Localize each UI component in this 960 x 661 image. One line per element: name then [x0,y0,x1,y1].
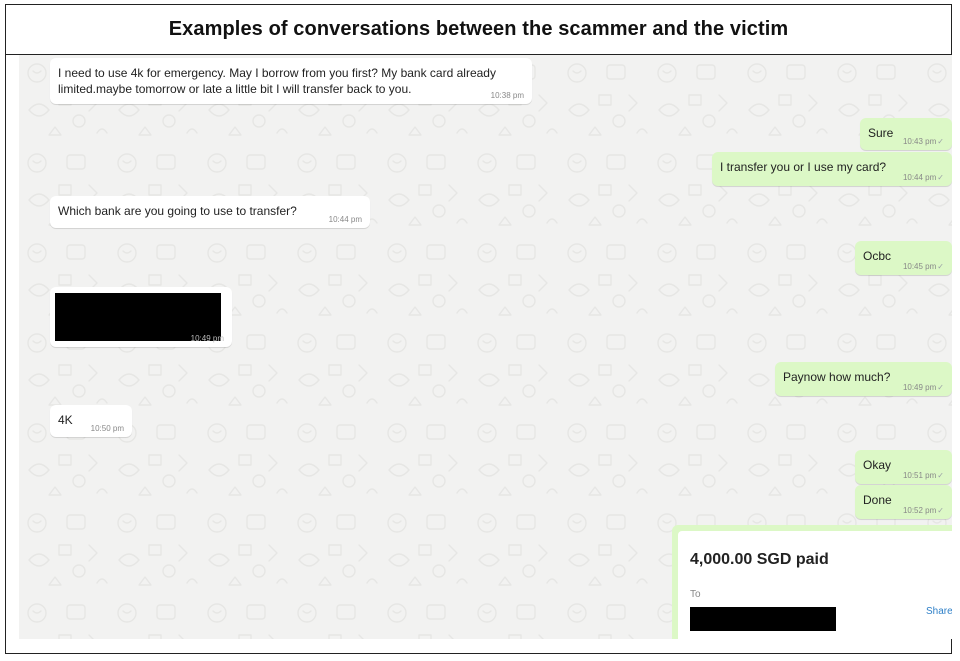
payment-amount: 4,000.00 SGD paid [690,551,829,568]
message-meta: 10:43 pm✓ [903,137,944,146]
message-text: Okay [863,458,892,472]
message-timestamp: 10:52 pm [902,506,937,515]
message-text: Paynow how much? [783,370,891,384]
message-timestamp: 10:43 pm [902,137,937,146]
message-bubble-incoming[interactable]: I need to use 4k for emergency. May I bo… [50,58,532,104]
message-text: 4K [58,413,73,427]
delivered-check-icon: ✓ [937,173,944,182]
message-timestamp: 10:45 pm [902,262,937,271]
message-bubble-outgoing[interactable]: I transfer you or I use my card? 10:44 p… [712,152,952,186]
message-text: I transfer you or I use my card? [720,160,887,174]
message-text: Ocbc [863,249,892,263]
chat-window[interactable]: I need to use 4k for emergency. May I bo… [19,55,952,639]
message-bubble-outgoing[interactable]: Paynow how much? 10:49 pm✓ [775,362,952,396]
message-timestamp: 10:49 pm [902,383,937,392]
redacted-recipient [690,607,836,631]
message-meta: 10:44 pm✓ [903,173,944,182]
share-link[interactable]: Share [926,606,952,617]
delivered-check-icon: ✓ [937,471,944,480]
message-bubble-incoming-redacted[interactable]: 10:49 pm [50,287,232,347]
payment-receipt-bubble[interactable]: 4,000.00 SGD paid To Share [672,525,952,639]
message-timestamp: 10:44 pm [902,173,937,182]
message-meta: 10:49 pm✓ [903,383,944,392]
message-text: I need to use 4k for emergency. May I bo… [58,66,496,96]
figure-title: Examples of conversations between the sc… [168,18,789,40]
message-timestamp: 10:44 pm [328,215,362,224]
message-bubble-incoming[interactable]: Which bank are you going to use to trans… [50,196,370,228]
message-text: Which bank are you going to use to trans… [58,204,297,218]
message-bubble-incoming[interactable]: 4K 10:50 pm [50,405,132,437]
figure-frame: Examples of conversations between the sc… [5,4,952,654]
delivered-check-icon: ✓ [937,137,944,146]
message-meta: 10:51 pm✓ [903,471,944,480]
payment-receipt-card: 4,000.00 SGD paid To Share [678,531,952,639]
payment-recipient-label: To [690,589,701,600]
message-text: Sure [868,126,894,140]
message-text: Done [863,493,892,507]
delivered-check-icon: ✓ [937,506,944,515]
delivered-check-icon: ✓ [937,383,944,392]
message-timestamp: 10:38 pm [490,91,524,100]
message-bubble-outgoing[interactable]: Sure 10:43 pm✓ [860,118,952,150]
message-bubble-outgoing[interactable]: Done 10:52 pm✓ [855,485,952,519]
message-bubble-outgoing[interactable]: Ocbc 10:45 pm✓ [855,241,952,275]
message-timestamp: 10:50 pm [90,424,124,433]
message-bubble-outgoing[interactable]: Okay 10:51 pm✓ [855,450,952,484]
message-meta: 10:52 pm✓ [903,506,944,515]
delivered-check-icon: ✓ [937,262,944,271]
figure-title-bar: Examples of conversations between the sc… [6,5,951,55]
message-timestamp: 10:49 pm [190,334,224,343]
message-meta: 10:45 pm✓ [903,262,944,271]
message-timestamp: 10:51 pm [902,471,937,480]
